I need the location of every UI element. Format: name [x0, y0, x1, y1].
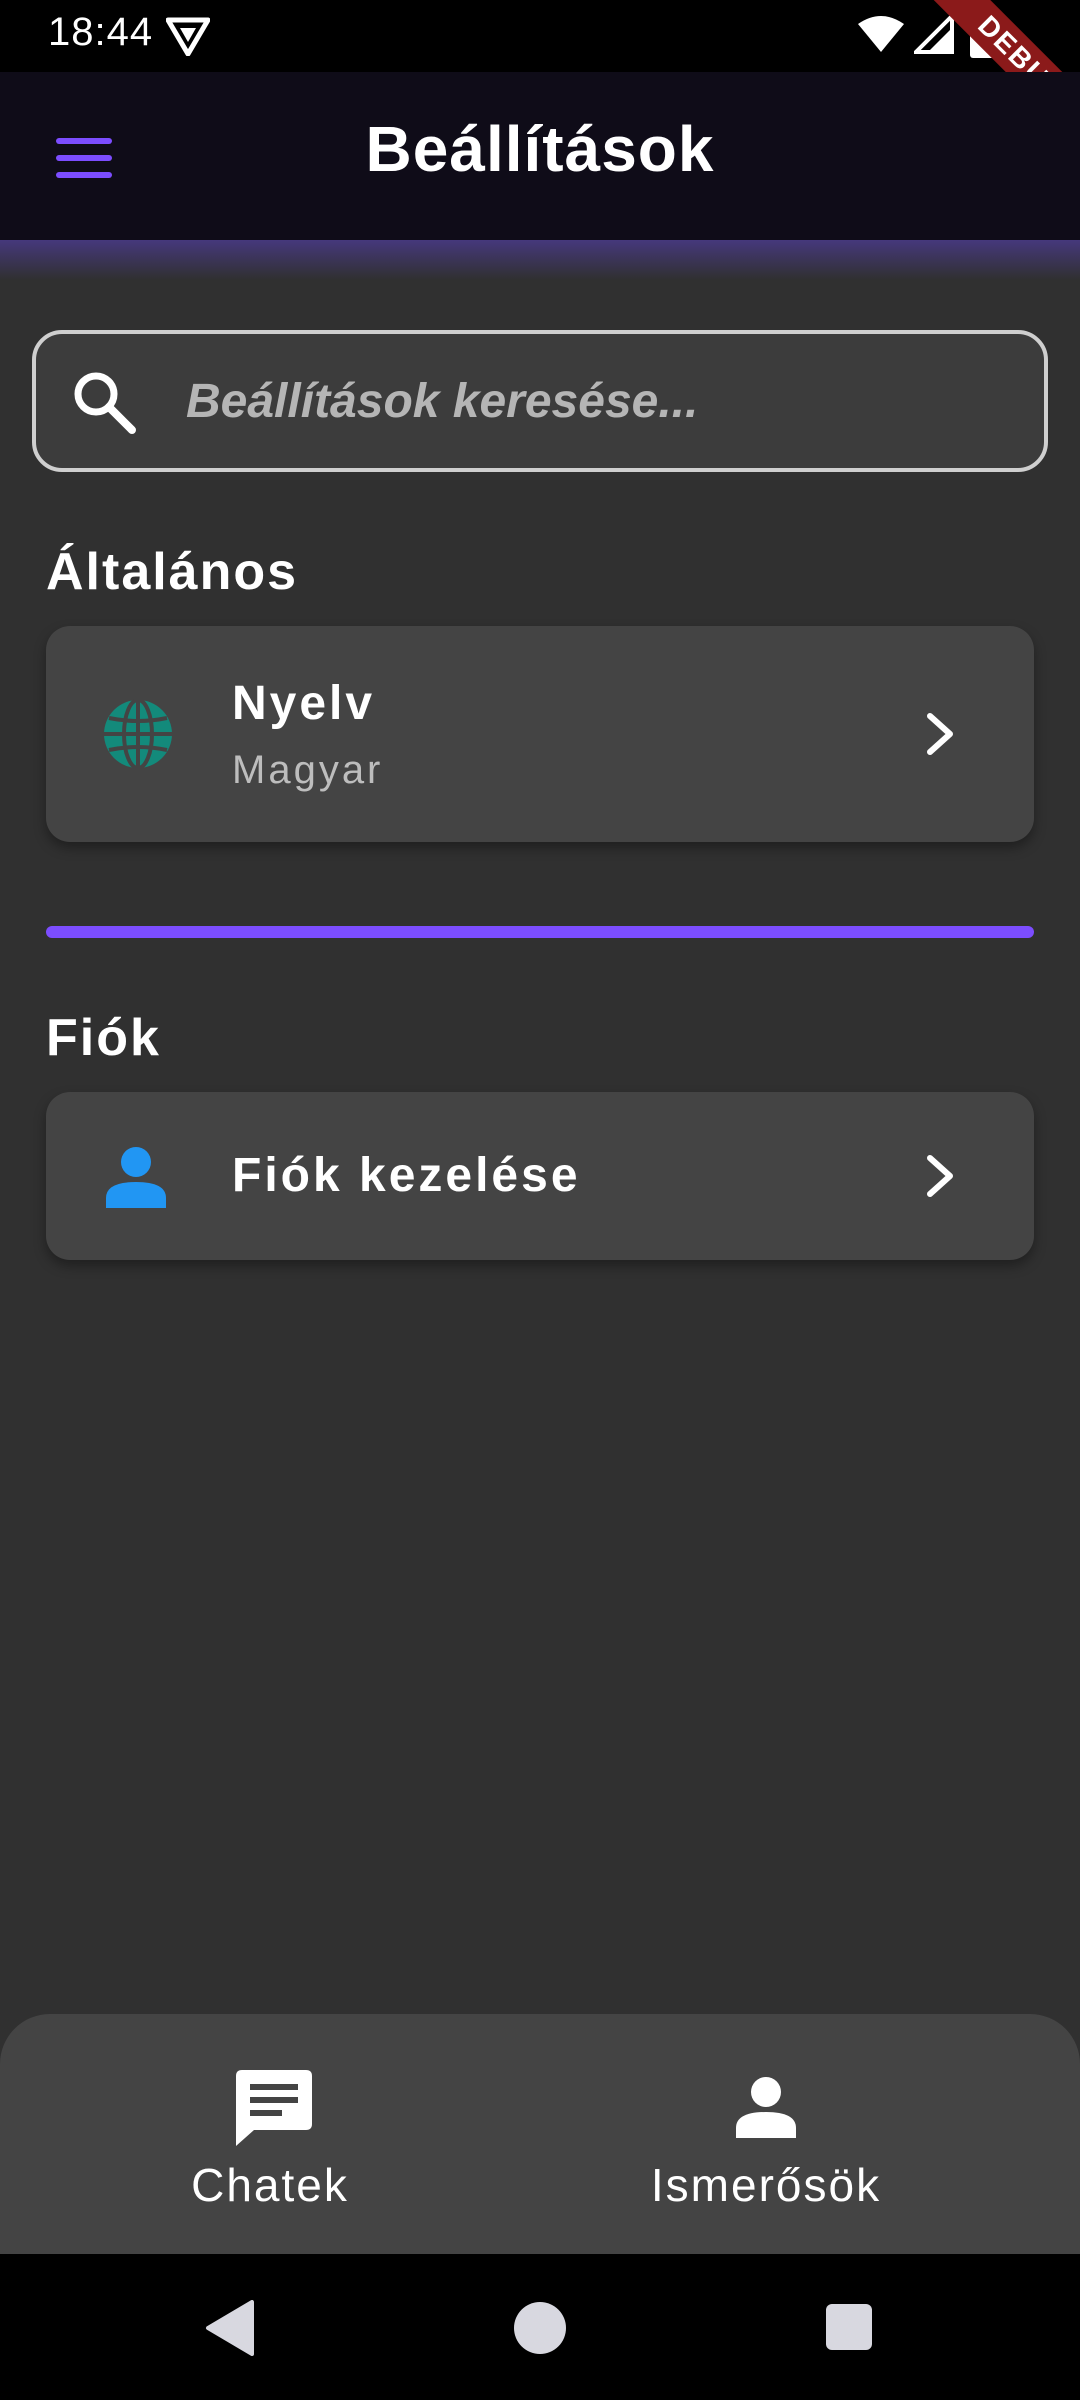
back-icon[interactable] [204, 2300, 254, 2356]
status-time: 18:44 [48, 10, 154, 54]
manage-account-title: Fiók kezelése [232, 1149, 581, 1202]
person-icon [106, 1147, 166, 1208]
language-title: Nyelv [232, 677, 376, 730]
page-title: Beállítások [365, 113, 715, 185]
wifi-icon [858, 16, 904, 52]
nav-label-chats: Chatek [191, 2159, 349, 2211]
chevron-right-icon [927, 713, 953, 755]
app-bar-shadow [0, 240, 1080, 280]
section-title-general: Általános [46, 543, 299, 601]
search-box[interactable] [32, 330, 1048, 472]
chat-icon [236, 2070, 312, 2146]
nav-item-chats[interactable]: Chatek [0, 2014, 540, 2254]
search-icon [74, 372, 136, 434]
person-icon [736, 2077, 796, 2138]
language-setting-item[interactable]: Nyelv Magyar [46, 626, 1034, 842]
manage-account-item[interactable]: Fiók kezelése [46, 1092, 1034, 1260]
globe-icon [104, 698, 172, 770]
chevron-right-icon [927, 1155, 953, 1197]
section-title-account: Fiók [46, 1009, 161, 1067]
nav-item-contacts[interactable]: Ismerősök [496, 2014, 1036, 2254]
home-icon[interactable] [514, 2302, 566, 2354]
system-navigation-bar [0, 2254, 1080, 2400]
nav-label-contacts: Ismerősök [650, 2159, 882, 2211]
vpn-icon [166, 17, 210, 56]
search-input[interactable] [186, 334, 1006, 468]
recent-apps-icon[interactable] [826, 2304, 872, 2350]
section-divider [46, 926, 1034, 938]
bottom-navigation: Chatek Ismerősök [0, 2014, 1080, 2254]
language-value: Magyar [232, 748, 384, 792]
